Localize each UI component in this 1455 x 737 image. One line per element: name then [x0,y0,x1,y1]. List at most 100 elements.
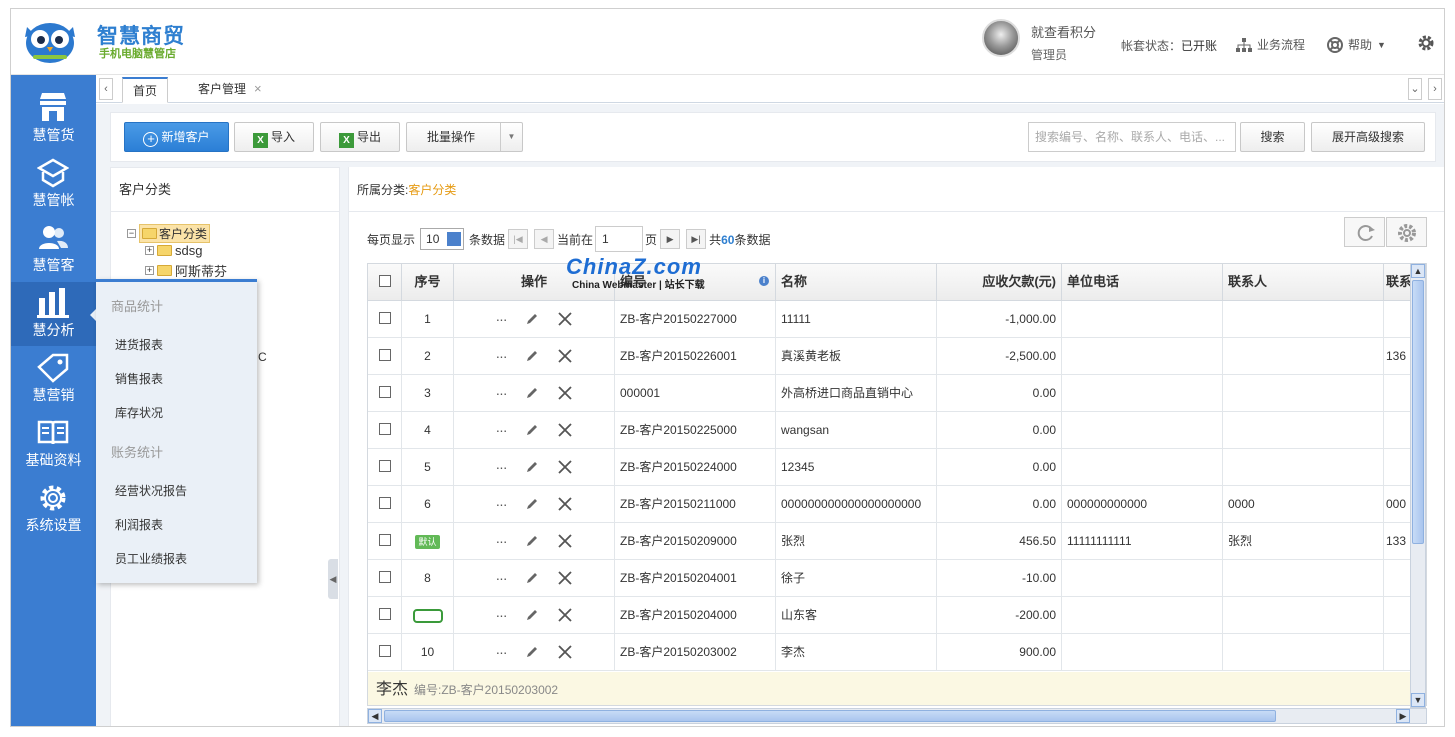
tree-node-sdsg[interactable]: + sdsg [145,243,202,258]
row-checkbox[interactable] [378,571,391,583]
grid-settings-button[interactable] [1386,217,1427,247]
delete-x-icon[interactable] [557,496,573,512]
edit-pencil-icon[interactable] [525,645,539,659]
nav-item-analysis[interactable]: 慧分析 [11,282,97,346]
vertical-scroll-thumb[interactable] [1412,280,1424,544]
row-checkbox[interactable] [378,460,391,472]
prev-page-button[interactable]: ◀ [534,229,555,249]
next-page-button[interactable]: ▶ [660,229,681,249]
delete-x-icon[interactable] [557,311,573,327]
batch-operations-button[interactable]: 批量操作 ▼ [406,122,523,152]
table-row[interactable]: 默认 ··· ZB-客户20150209000 张烈 456.50 11111111111… [368,523,1426,560]
nav-item-marketing[interactable]: 慧营销 [11,347,96,411]
collapse-panel-handle[interactable]: ◀ [328,559,338,599]
nav-item-settings[interactable]: 系统设置 [11,477,96,541]
tree-node-root[interactable]: − 客户分类 [127,224,211,243]
delete-x-icon[interactable] [557,422,573,438]
delete-x-icon[interactable] [557,385,573,401]
delete-x-icon[interactable] [557,570,573,586]
menu-item-operation-report[interactable]: 经营状况报告 [115,482,187,499]
header-phone[interactable]: 单位电话 [1062,264,1223,300]
new-customer-button[interactable]: + 新增客户 [124,122,229,152]
workflow-link[interactable]: 业务流程 [1236,36,1305,53]
delete-x-icon[interactable] [557,348,573,364]
delete-x-icon[interactable] [557,459,573,475]
tree-node-asidifen[interactable]: + 阿斯蒂芬 [145,261,227,280]
delete-x-icon[interactable] [557,644,573,660]
delete-x-icon[interactable] [557,607,573,623]
nav-item-customers[interactable]: 慧管客 [11,217,96,281]
more-icon[interactable]: ··· [496,523,508,559]
help-link[interactable]: 帮助 ▼ [1327,36,1386,53]
header-name[interactable]: 名称 [776,264,937,300]
table-row[interactable]: 10 ··· ZB-客户20150203002 李杰 900.00 [368,634,1426,671]
row-checkbox[interactable] [378,423,391,435]
scroll-up-arrow[interactable]: ▲ [1411,264,1425,278]
edit-pencil-icon[interactable] [525,608,539,622]
row-checkbox[interactable] [378,497,391,509]
more-icon[interactable]: ··· [496,301,508,337]
edit-pencil-icon[interactable] [525,571,539,585]
menu-item-staff-performance[interactable]: 员工业绩报表 [115,550,187,567]
advanced-search-button[interactable]: 展开高级搜索 [1311,122,1425,152]
header-code[interactable]: 编号 i [615,264,776,300]
table-row[interactable]: 6 ··· ZB-客户20150211000 00000000000000000000… [368,486,1426,523]
row-checkbox[interactable] [378,312,391,324]
more-icon[interactable]: ··· [496,634,508,670]
row-checkbox[interactable] [378,349,391,361]
edit-pencil-icon[interactable] [525,423,539,437]
per-page-select[interactable]: 10 [420,228,465,250]
edit-pencil-icon[interactable] [525,386,539,400]
refresh-button[interactable] [1344,217,1385,247]
tab-customer-management[interactable]: 客户管理 × [188,77,272,103]
scroll-left-arrow[interactable]: ◀ [368,709,382,723]
horizontal-scrollbar[interactable]: ◀ ▶ [367,708,1427,724]
row-checkbox[interactable] [378,534,391,546]
export-button[interactable]: X 导出 [320,122,400,152]
more-icon[interactable]: ··· [496,597,508,633]
tab-dropdown-button[interactable]: ⌄ [1408,78,1422,100]
more-icon[interactable]: ··· [496,338,508,374]
header-contact[interactable]: 联系人 [1223,264,1384,300]
tab-scroll-right-button[interactable]: › [1428,78,1442,100]
header-debt[interactable]: 应收欠款(元) [937,264,1062,300]
edit-pencil-icon[interactable] [525,312,539,326]
search-button[interactable]: 搜索 [1240,122,1305,152]
collapse-icon[interactable]: − [127,229,136,238]
expand-icon[interactable]: + [145,246,154,255]
nav-item-ledger[interactable]: 慧管帐 [11,152,96,216]
close-icon[interactable]: × [254,81,262,96]
table-row[interactable]: 1 ··· ZB-客户20150227000 11111 -1,000.00 [368,301,1426,338]
more-icon[interactable]: ··· [496,375,508,411]
avatar[interactable] [982,19,1020,57]
tab-home[interactable]: 首页 [122,77,169,103]
search-input[interactable]: 搜索编号、名称、联系人、电话、... [1028,122,1236,152]
more-icon[interactable]: ··· [496,449,508,485]
row-checkbox[interactable] [378,386,391,398]
select-all-checkbox[interactable] [378,275,391,287]
scroll-right-arrow[interactable]: ▶ [1396,709,1410,723]
expand-icon[interactable]: + [145,266,154,275]
row-checkbox[interactable] [378,645,391,657]
table-row[interactable]: 5 ··· ZB-客户20150224000 12345 0.00 [368,449,1426,486]
edit-pencil-icon[interactable] [525,460,539,474]
menu-item-inventory-status[interactable]: 库存状况 [115,404,163,421]
table-row[interactable]: 4 ··· ZB-客户20150225000 wangsan 0.00 [368,412,1426,449]
page-number-input[interactable]: 1 [595,226,644,252]
table-row[interactable]: ··· ZB-客户20150204000 山东客 -200.00 [368,597,1426,634]
settings-gear-icon[interactable] [1416,33,1436,53]
edit-pencil-icon[interactable] [525,349,539,363]
edit-pencil-icon[interactable] [525,497,539,511]
import-button[interactable]: X 导入 [234,122,314,152]
vertical-scrollbar[interactable]: ▲ ▼ [1410,263,1426,708]
menu-item-sales-report[interactable]: 销售报表 [115,370,163,387]
table-row[interactable]: 8 ··· ZB-客户20150204001 徐子 -10.00 [368,560,1426,597]
nav-item-goods[interactable]: 慧管货 [11,87,96,151]
more-icon[interactable]: ··· [496,560,508,596]
table-row[interactable]: 3 ··· 000001 外高桥进口商品直销中心 0.00 [368,375,1426,412]
scroll-down-arrow[interactable]: ▼ [1411,693,1425,707]
breadcrumb-current[interactable]: 客户分类 [408,183,456,197]
table-row[interactable]: 2 ··· ZB-客户20150226001 真溪黄老板 -2,500.00 136 [368,338,1426,375]
user-name[interactable]: 就查看积分 [1031,22,1096,41]
delete-x-icon[interactable] [557,533,573,549]
